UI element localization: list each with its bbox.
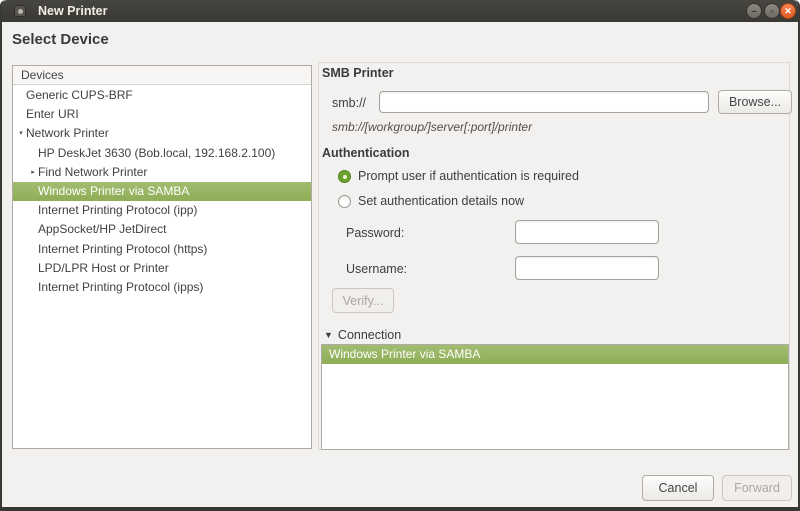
password-label: Password: [346,226,404,240]
devices-list: Generic CUPS-BRFEnter URI▾Network Printe… [13,86,311,448]
radio-label: Set authentication details now [358,194,524,208]
expander-icon[interactable]: ▾ [16,124,26,143]
smb-section-title: SMB Printer [322,66,394,80]
device-row[interactable]: Internet Printing Protocol (ipp) [13,201,311,220]
titlebar[interactable]: New Printer – ▫ ✕ [2,0,798,22]
device-row[interactable]: LPD/LPR Host or Printer [13,259,311,278]
device-label: HP DeskJet 3630 (Bob.local, 192.168.2.10… [38,144,275,163]
expander-icon[interactable]: ▸ [28,163,38,182]
auth-section-title: Authentication [322,146,410,160]
devices-column-header[interactable]: Devices [13,66,311,85]
device-row[interactable]: Internet Printing Protocol (ipps) [13,278,311,297]
devices-panel: Devices Generic CUPS-BRFEnter URI▾Networ… [12,65,312,449]
printer-icon [14,5,26,17]
username-label: Username: [346,262,407,276]
new-printer-dialog: New Printer – ▫ ✕ Select Device Devices … [0,0,800,511]
device-label: Network Printer [26,124,109,143]
radio-icon[interactable] [338,170,351,183]
chevron-down-icon: ▼ [324,330,333,340]
radio-option[interactable]: Prompt user if authentication is require… [338,168,579,184]
device-row[interactable]: Internet Printing Protocol (https) [13,240,311,259]
radio-icon[interactable] [338,195,351,208]
verify-button[interactable]: Verify... [332,288,394,313]
device-label: Internet Printing Protocol (ipp) [38,201,197,220]
close-button[interactable]: ✕ [780,3,796,19]
window-title: New Printer [38,0,107,22]
device-row[interactable]: Windows Printer via SAMBA [13,182,311,201]
device-row[interactable]: ▸Find Network Printer [13,163,311,182]
device-label: Enter URI [26,105,79,124]
radio-option[interactable]: Set authentication details now [338,193,524,209]
device-row[interactable]: HP DeskJet 3630 (Bob.local, 192.168.2.10… [13,144,311,163]
device-row[interactable]: Enter URI [13,105,311,124]
device-row[interactable]: Generic CUPS-BRF [13,86,311,105]
smb-uri-hint: smb://[workgroup/]server[:port]/printer [332,120,532,134]
device-label: Windows Printer via SAMBA [38,182,189,201]
device-label: Generic CUPS-BRF [26,86,133,105]
smb-uri-input[interactable] [379,91,709,113]
connection-expander[interactable]: ▼ Connection [324,327,401,342]
device-row[interactable]: AppSocket/HP JetDirect [13,220,311,239]
device-label: Find Network Printer [38,163,147,182]
device-label: Internet Printing Protocol (ipps) [38,278,203,297]
browse-button[interactable]: Browse... [718,90,792,114]
forward-button[interactable]: Forward [722,475,792,501]
radio-label: Prompt user if authentication is require… [358,169,579,183]
connection-title: Connection [338,328,401,342]
device-row[interactable]: ▾Network Printer [13,124,311,143]
cancel-button[interactable]: Cancel [642,475,714,501]
maximize-button[interactable]: ▫ [764,3,780,19]
device-label: LPD/LPR Host or Printer [38,259,169,278]
device-label: Internet Printing Protocol (https) [38,240,207,259]
device-label: AppSocket/HP JetDirect [38,220,167,239]
minimize-button[interactable]: – [746,3,762,19]
page-title: Select Device [12,31,109,48]
smb-scheme-label: smb:// [332,96,366,110]
connection-row[interactable]: Windows Printer via SAMBA [322,345,788,364]
connection-list: Windows Printer via SAMBA [321,344,789,450]
password-field[interactable] [515,220,659,244]
username-field[interactable] [515,256,659,280]
